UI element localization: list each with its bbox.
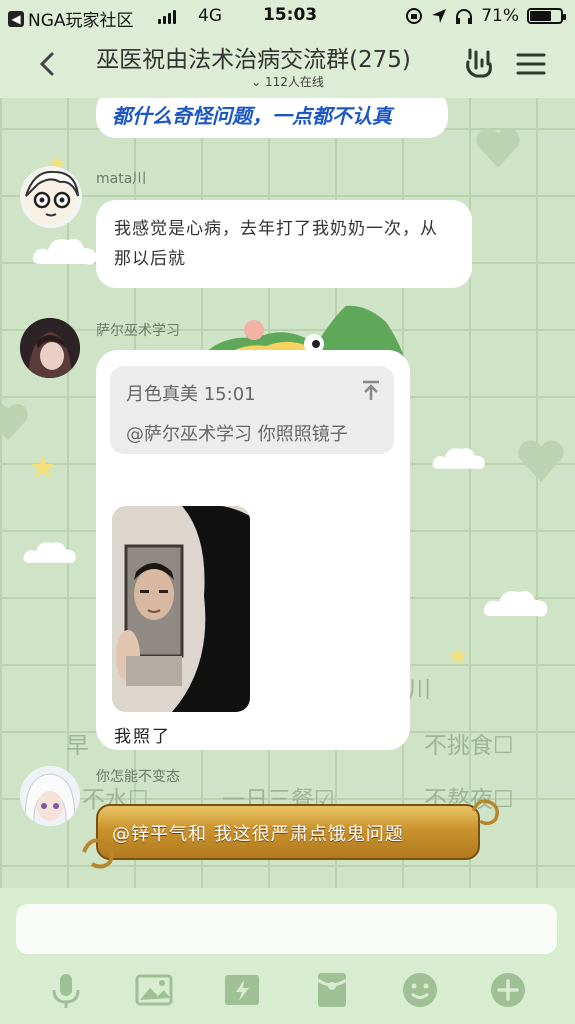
plus-icon[interactable] — [488, 970, 528, 1010]
message-bubble[interactable]: @锌平气和 我这很严肃点饿鬼问题 — [96, 804, 480, 860]
anime-avatar-icon — [20, 318, 80, 378]
rotation-lock-icon — [406, 8, 423, 24]
avatar[interactable] — [20, 766, 80, 826]
bg-text: 不挑食☐ — [424, 733, 514, 759]
jump-to-top-icon[interactable] — [362, 380, 380, 402]
message-bubble[interactable]: 我感觉是心病，去年打了我奶奶一次，从那以后就 — [96, 200, 472, 288]
online-label: 112人在线 — [264, 75, 324, 89]
chat-area[interactable]: 早 不挑食☐ 川 不水☐ 一日三餐☑ 不熬夜☐ 都什么奇怪问题，一点都不认真 m… — [0, 98, 575, 888]
input-toolbar — [0, 970, 575, 1010]
cloud-decoration-icon — [483, 591, 548, 617]
bg-text: 早 — [66, 733, 89, 759]
dragon-decoration-icon — [471, 799, 499, 826]
status-bar: ◀ NGA玩家社区 4G 15:03 71% — [0, 0, 575, 32]
network-type: 4G — [198, 6, 222, 26]
avatar[interactable] — [20, 166, 82, 228]
headphones-icon — [456, 9, 473, 24]
battery-percent: 71% — [481, 6, 519, 26]
cloud-decoration-icon — [432, 448, 485, 470]
chevron-down-icon: ⌄ — [251, 75, 262, 89]
battery-icon — [527, 8, 566, 24]
reply-text: @萨尔巫术学习 你照照镜子 — [126, 424, 348, 445]
message-caption: 我照了 — [114, 727, 171, 747]
cloud-decoration-icon — [32, 239, 97, 265]
redpacket-icon[interactable] — [312, 970, 352, 1010]
sender-name: 你怎能不变态 — [96, 769, 180, 785]
dragon-decoration-icon — [82, 838, 114, 869]
message-input[interactable] — [16, 904, 557, 954]
clock: 15:03 — [263, 5, 318, 25]
nav-bar: 巫医祝由法术治病交流群(275) ⌄ 112人在线 — [0, 32, 575, 98]
sender-name: 萨尔巫术学习 — [96, 323, 180, 339]
group-title[interactable]: 巫医祝由法术治病交流群(275) — [76, 40, 431, 74]
star-decoration-icon — [448, 646, 468, 665]
back-app-icon: ◀ — [8, 10, 24, 27]
flash-icon[interactable] — [222, 970, 262, 1010]
anime-avatar-icon — [20, 766, 80, 826]
photo-attachment[interactable] — [112, 506, 250, 712]
sender-name: mata川 — [96, 171, 147, 187]
cloud-decoration-icon — [23, 542, 76, 564]
emoji-icon[interactable] — [400, 970, 440, 1010]
reply-header: 月色真美 15:01 — [126, 384, 256, 405]
menu-icon[interactable] — [516, 52, 546, 76]
message-bubble[interactable]: 都什么奇怪问题，一点都不认真 — [96, 98, 448, 138]
bg-text: 川 — [408, 677, 431, 703]
heart-decoration-icon — [518, 440, 564, 482]
heart-decoration-icon — [476, 128, 520, 168]
heart-decoration-icon — [0, 403, 28, 441]
back-to-app[interactable]: ◀ NGA玩家社区 — [8, 6, 134, 31]
mic-icon[interactable] — [46, 970, 86, 1010]
cartoon-face-icon — [25, 170, 79, 224]
avatar[interactable] — [20, 318, 80, 378]
quoted-reply[interactable]: 月色真美 15:01 @萨尔巫术学习 你照照镜子 — [110, 366, 394, 454]
signal-icon — [158, 10, 176, 24]
input-area — [0, 888, 575, 1024]
star-decoration-icon — [31, 455, 55, 478]
location-icon — [432, 9, 447, 23]
rock-hand-icon[interactable] — [462, 46, 496, 80]
back-app-label: NGA玩家社区 — [28, 11, 134, 31]
message-bubble[interactable]: 月色真美 15:01 @萨尔巫术学习 你照照镜子 我照了 — [96, 350, 410, 750]
image-icon[interactable] — [134, 970, 174, 1010]
mirror-selfie-image — [112, 506, 250, 712]
